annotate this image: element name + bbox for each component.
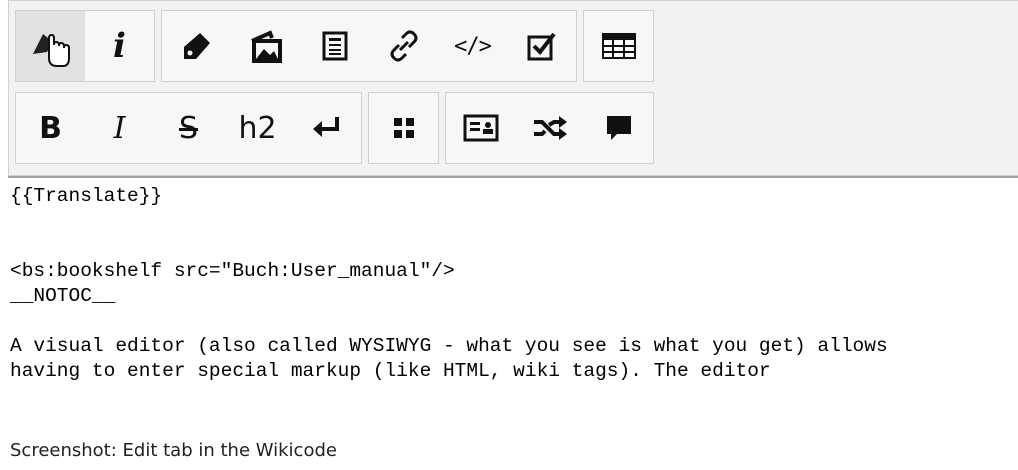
link-button[interactable] xyxy=(369,11,438,81)
enter-icon xyxy=(311,115,343,141)
heading2-icon: h2 xyxy=(238,110,277,146)
strikethrough-icon: S xyxy=(178,110,199,146)
page-button[interactable] xyxy=(300,11,369,81)
shuffle-icon xyxy=(532,114,568,142)
page-icon xyxy=(322,31,348,61)
toolbar-group-mode: i xyxy=(15,10,155,82)
editor-frame: i </> B I S h2 {{Translate}} <bs:bookshe… xyxy=(8,0,1018,436)
code-icon: </> xyxy=(454,33,492,59)
link-icon xyxy=(388,30,420,62)
toolbar-group-insert: </> xyxy=(161,10,577,82)
grid-button[interactable] xyxy=(369,93,438,163)
toolbar-group-grid xyxy=(368,92,439,164)
tag-button[interactable] xyxy=(162,11,231,81)
heading2-button[interactable]: h2 xyxy=(223,93,292,163)
id-card-button[interactable] xyxy=(446,93,515,163)
wikicode-text: {{Translate}} <bs:bookshelf src="Buch:Us… xyxy=(8,178,1018,384)
checkbox-button[interactable] xyxy=(507,11,576,81)
code-line: having to enter special markup (like HTM… xyxy=(10,360,771,382)
toolbar-group-table xyxy=(583,10,654,82)
italic-icon: I xyxy=(113,110,126,146)
comment-button[interactable] xyxy=(584,93,653,163)
toolbar-row-2: B I S h2 xyxy=(15,92,660,164)
bold-button[interactable]: B xyxy=(16,93,85,163)
image-button[interactable] xyxy=(231,11,300,81)
tag-icon xyxy=(180,29,214,63)
pointer-hand-button[interactable] xyxy=(16,11,85,81)
wikicode-editor[interactable]: {{Translate}} <bs:bookshelf src="Buch:Us… xyxy=(8,178,1018,436)
shuffle-button[interactable] xyxy=(515,93,584,163)
grid-icon xyxy=(392,116,416,140)
code-line: <bs:bookshelf src="Buch:User_manual"/> xyxy=(10,260,455,282)
bold-icon: B xyxy=(39,110,62,146)
code-line: A visual editor (also called WYSIWYG - w… xyxy=(10,335,888,357)
italic-button[interactable]: I xyxy=(85,93,154,163)
toolbar-group-misc xyxy=(445,92,654,164)
enter-button[interactable] xyxy=(292,93,361,163)
editor-toolbar: i </> B I S h2 xyxy=(8,0,1018,176)
image-icon xyxy=(248,29,284,63)
info-icon: i xyxy=(113,26,126,66)
code-line: {{Translate}} xyxy=(10,185,163,207)
strikethrough-button[interactable]: S xyxy=(154,93,223,163)
toolbar-group-format: B I S h2 xyxy=(15,92,362,164)
checkbox-icon xyxy=(527,31,557,61)
toolbar-row-1: i </> xyxy=(15,10,660,82)
pointer-hand-icon xyxy=(29,24,73,68)
id-card-icon xyxy=(463,114,499,142)
table-icon xyxy=(601,33,636,59)
table-button[interactable] xyxy=(584,11,653,81)
info-button[interactable]: i xyxy=(85,11,154,81)
comment-icon xyxy=(605,114,633,142)
screenshot-caption: Screenshot: Edit tab in the Wikicode xyxy=(10,440,337,461)
code-button[interactable]: </> xyxy=(438,11,507,81)
code-line: __NOTOC__ xyxy=(10,285,116,307)
